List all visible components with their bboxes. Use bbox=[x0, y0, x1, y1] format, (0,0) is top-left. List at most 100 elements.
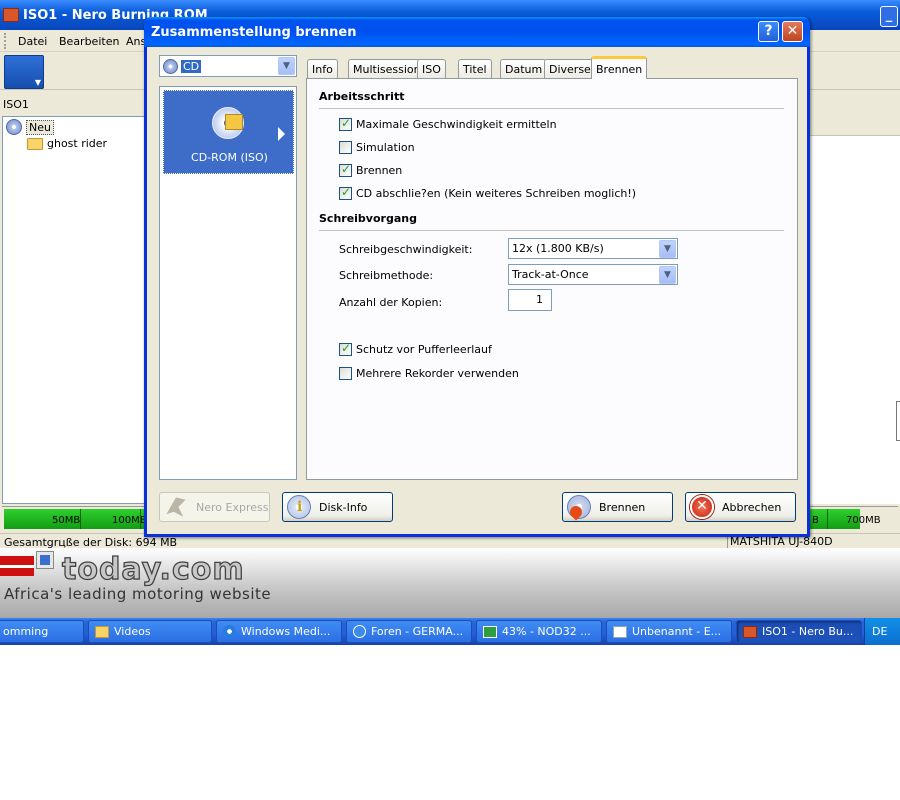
tab-brennen[interactable]: Brennen bbox=[591, 56, 648, 79]
taskbar-item-nod32[interactable]: 43% - NOD32 ... bbox=[476, 620, 602, 643]
taskbar-item-nero[interactable]: ISO1 - Nero Bu... bbox=[736, 620, 862, 643]
internet-explorer-icon bbox=[353, 625, 366, 638]
menu-datei[interactable]: Datei bbox=[18, 35, 47, 48]
capacity-label: 700MB bbox=[846, 515, 881, 526]
disc-type-value: CD bbox=[181, 59, 202, 73]
cd-icon bbox=[6, 119, 22, 135]
taskbar-item-label: 43% - NOD32 ... bbox=[502, 625, 591, 638]
button-label: Brennen bbox=[599, 500, 646, 514]
checkbox-label: Maximale Geschwindigkeit ermitteln bbox=[356, 118, 557, 131]
capacity-label: 100MB bbox=[112, 515, 147, 526]
taskbar-item-browser[interactable]: Foren - GERMA... bbox=[346, 620, 472, 643]
chevron-down-icon[interactable]: ▼ bbox=[659, 266, 676, 284]
tab-info[interactable]: Info bbox=[307, 59, 338, 78]
file-browser-header bbox=[808, 116, 900, 136]
checkbox-box[interactable] bbox=[339, 367, 352, 380]
banner-logo-text: today.com bbox=[61, 551, 245, 587]
group-divider bbox=[319, 108, 784, 109]
language-indicator[interactable]: DE bbox=[872, 625, 887, 638]
chevron-down-icon[interactable]: ▼ bbox=[278, 57, 295, 75]
tab-titel[interactable]: Titel bbox=[458, 59, 492, 78]
checkbox-finalize-cd[interactable]: CD abschlie?en (Kein weiteres Schreiben … bbox=[339, 185, 637, 200]
project-type-cdrom-iso[interactable]: CD-ROM (ISO) bbox=[163, 90, 294, 174]
nero-express-button[interactable]: Nero Express bbox=[159, 492, 270, 522]
taskbar-item-label: Foren - GERMA... bbox=[371, 625, 464, 638]
checkbox-multiple-recorders[interactable]: Mehrere Rekorder verwenden bbox=[339, 367, 519, 380]
chevron-down-icon[interactable]: ▼ bbox=[659, 240, 676, 258]
taskbar-item-label: Videos bbox=[114, 625, 151, 638]
write-speed-value: 12x (1.800 KB/s) bbox=[512, 242, 604, 255]
checkbox-label: Schutz vor Pufferleerlauf bbox=[356, 343, 492, 356]
write-method-label: Schreibmethode: bbox=[339, 269, 434, 282]
taskbar-item-editor[interactable]: Unbenannt - E... bbox=[606, 620, 732, 643]
document-icon bbox=[613, 625, 627, 638]
copies-input[interactable]: 1 bbox=[508, 289, 552, 311]
write-method-value: Track-at-Once bbox=[512, 268, 589, 281]
tab-diverse[interactable]: Diverse bbox=[544, 59, 596, 78]
checkbox-box[interactable] bbox=[339, 141, 352, 154]
system-tray: DE bbox=[864, 618, 900, 645]
help-button[interactable]: ? bbox=[758, 21, 779, 42]
tree-node-root[interactable]: Neu bbox=[6, 119, 54, 135]
checkbox-box[interactable] bbox=[339, 185, 352, 200]
compilation-tree[interactable]: Neu ghost rider bbox=[2, 116, 147, 504]
banner-tagline: Africa's leading motoring website bbox=[4, 585, 272, 603]
copies-label: Anzahl der Kopien: bbox=[339, 296, 443, 309]
cancel-button[interactable]: ✕ Abbrechen bbox=[685, 492, 796, 522]
compilation-name: ISO1 bbox=[3, 98, 29, 111]
group-heading-arbeitsschritt: Arbeitsschritt bbox=[319, 90, 405, 103]
tab-multisession[interactable]: Multisession bbox=[348, 59, 426, 78]
nero-icon bbox=[743, 625, 757, 638]
cancel-icon: ✕ bbox=[690, 495, 714, 519]
tree-node-label: ghost rider bbox=[47, 137, 108, 150]
checkbox-box[interactable] bbox=[339, 162, 352, 177]
burn-button[interactable]: Brennen bbox=[562, 492, 673, 522]
write-method-select[interactable]: Track-at-Once ▼ bbox=[508, 264, 678, 285]
disk-info-button[interactable]: Disk-Info bbox=[282, 492, 393, 522]
group-heading-schreibvorgang: Schreibvorgang bbox=[319, 212, 417, 225]
disc-type-select[interactable]: CD ▼ bbox=[159, 55, 297, 77]
capacity-label: B bbox=[812, 515, 819, 526]
tree-node-folder[interactable]: ghost rider bbox=[27, 137, 107, 150]
minimize-button[interactable]: _ bbox=[880, 6, 898, 27]
folder-icon bbox=[27, 137, 43, 150]
taskbar-item-label: omming bbox=[3, 625, 49, 638]
checkbox-buffer-underrun[interactable]: Schutz vor Pufferleerlauf bbox=[339, 341, 492, 356]
file-browser-pane[interactable] bbox=[808, 116, 900, 504]
desktop-shortcut-icon[interactable] bbox=[36, 551, 54, 569]
cd-icon bbox=[163, 58, 178, 74]
menu-bearbeiten[interactable]: Bearbeiten bbox=[59, 35, 119, 48]
project-type-list[interactable]: CD-ROM (ISO) bbox=[159, 86, 297, 480]
nod32-icon bbox=[483, 625, 497, 638]
tab-datum[interactable]: Datum bbox=[500, 59, 548, 78]
checkbox-label: Simulation bbox=[356, 141, 415, 154]
capacity-tick bbox=[827, 509, 828, 529]
dialog-title-bar[interactable]: Zusammenstellung brennen ? ✕ bbox=[144, 17, 810, 47]
checkbox-box[interactable] bbox=[339, 341, 352, 356]
checkbox-burn[interactable]: Brennen bbox=[339, 162, 402, 177]
scroll-widget[interactable] bbox=[896, 401, 900, 441]
taskbar-item-videos[interactable]: Videos bbox=[88, 620, 212, 643]
burn-icon bbox=[567, 495, 591, 519]
checkbox-max-speed[interactable]: Maximale Geschwindigkeit ermitteln bbox=[339, 116, 557, 131]
button-label: Disk-Info bbox=[319, 500, 368, 514]
tab-iso[interactable]: ISO bbox=[417, 59, 446, 78]
taskbar-item-media-player[interactable]: Windows Medi... bbox=[216, 620, 342, 643]
nero-express-icon bbox=[166, 497, 186, 517]
capacity-label: 50MB bbox=[52, 515, 81, 526]
burn-compilation-dialog: Zusammenstellung brennen ? ✕ CD ▼ CD-ROM… bbox=[144, 17, 810, 537]
tree-node-label: Neu bbox=[26, 119, 54, 135]
taskbar-item-label: Windows Medi... bbox=[241, 625, 331, 638]
write-speed-select[interactable]: 12x (1.800 KB/s) ▼ bbox=[508, 238, 678, 259]
checkbox-label: CD abschlie?en (Kein weiteres Schreiben … bbox=[356, 187, 637, 200]
dropdown-arrow-icon: ▼ bbox=[34, 78, 41, 87]
checkbox-simulation[interactable]: Simulation bbox=[339, 141, 415, 154]
taskbar-item-label: Unbenannt - E... bbox=[632, 625, 722, 638]
checkbox-box[interactable] bbox=[339, 116, 352, 131]
taskbar-item-omming[interactable]: omming bbox=[0, 620, 84, 643]
close-button[interactable]: ✕ bbox=[782, 21, 803, 42]
media-player-icon bbox=[223, 625, 236, 638]
taskbar: omming Videos Windows Medi... Foren - GE… bbox=[0, 618, 900, 645]
new-compilation-button[interactable]: ▼ bbox=[4, 55, 44, 89]
arrow-right-icon bbox=[278, 127, 285, 141]
